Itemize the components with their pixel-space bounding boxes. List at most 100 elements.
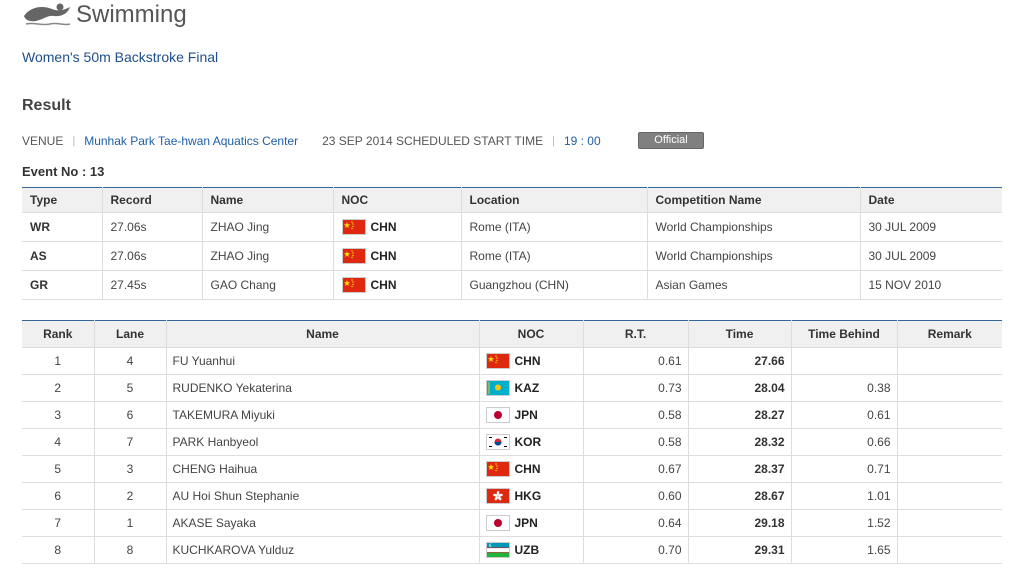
result-row: 2 5 RUDENKO Yekaterina KAZ 0.73 28.04 0.38 — [22, 374, 1002, 402]
result-time: 28.04 — [688, 374, 792, 402]
record-value: 27.45s — [102, 270, 203, 300]
result-remark — [897, 482, 1002, 510]
result-row: 3 6 TAKEMURA Miyuki JPN 0.58 28.27 0.61 — [22, 401, 1002, 429]
divider: | — [552, 135, 555, 147]
result-noc: CHN — [479, 455, 584, 483]
record-row: WR 27.06s ZHAO Jing CHN Rome (ITA) World Cham… — [22, 212, 1002, 242]
result-remark — [897, 374, 1002, 402]
noc-code: CHN — [370, 220, 397, 234]
record-competition: Asian Games — [647, 270, 861, 300]
result-remark — [897, 509, 1002, 537]
noc-cell: HKG — [485, 488, 577, 504]
reaction-time: 0.61 — [583, 347, 689, 375]
time-behind: 0.66 — [791, 428, 898, 456]
result-time: 28.32 — [688, 428, 792, 456]
noc-cell: KOR — [485, 434, 577, 450]
record-date: 30 JUL 2009 — [860, 241, 1002, 271]
result-remark — [897, 536, 1002, 564]
noc-code: CHN — [514, 462, 541, 476]
result-noc: CHN — [479, 347, 584, 375]
result-lane: 6 — [94, 401, 167, 429]
athlete-name-link[interactable]: AKASE Sayaka — [166, 509, 480, 537]
record-holder-name: ZHAO Jing — [202, 241, 334, 271]
records-column-header: NOC — [333, 187, 462, 213]
record-holder-name: GAO Chang — [202, 270, 334, 300]
noc-code: CHN — [514, 354, 541, 368]
athlete-name-link[interactable]: CHENG Haihua — [166, 455, 480, 483]
result-row: 4 7 PARK Hanbyeol KOR 0.58 28.32 0.66 — [22, 428, 1002, 456]
results-header-row: Rank Lane Name NOC R.T. Time Time Behind Remark — [22, 320, 1002, 348]
noc-cell: CHN — [341, 248, 453, 264]
record-noc: CHN — [333, 270, 462, 300]
result-lane: 4 — [94, 347, 167, 375]
athlete-name-link[interactable]: TAKEMURA Miyuki — [166, 401, 480, 429]
status-badge: Official — [638, 132, 704, 149]
athlete-name-link[interactable]: AU Hoi Shun Stephanie — [166, 482, 480, 510]
record-type: AS — [22, 241, 103, 271]
noc-cell: UZB — [485, 542, 577, 558]
result-rank: 3 — [22, 401, 95, 429]
records-column-header: Date — [860, 187, 1002, 213]
result-row: 6 2 AU Hoi Shun Stephanie HKG 0.60 28.67 1.01 — [22, 482, 1002, 510]
noc-code: CHN — [370, 278, 397, 292]
record-row: AS 27.06s ZHAO Jing CHN Rome (ITA) World Cham… — [22, 241, 1002, 271]
result-remark — [897, 347, 1002, 375]
chn-flag-icon — [485, 461, 510, 477]
event-title-link[interactable]: Women's 50m Backstroke Final — [22, 49, 218, 65]
results-column-header: Time Behind — [791, 320, 898, 348]
reaction-time: 0.64 — [583, 509, 689, 537]
jpn-flag-icon — [485, 515, 510, 531]
result-heading: Result — [22, 97, 71, 114]
uzb-flag-icon — [485, 542, 510, 558]
noc-code: HKG — [514, 489, 542, 503]
results-column-header: Remark — [897, 320, 1002, 348]
athlete-name-link[interactable]: FU Yuanhui — [166, 347, 480, 375]
results-column-header: NOC — [479, 320, 584, 348]
record-location: Guangzhou (CHN) — [461, 270, 648, 300]
athlete-name-link[interactable]: PARK Hanbyeol — [166, 428, 480, 456]
records-column-header: Type — [22, 187, 103, 213]
noc-cell: JPN — [485, 407, 577, 423]
records-column-header: Location — [461, 187, 648, 213]
result-rank: 5 — [22, 455, 95, 483]
divider: | — [72, 135, 76, 147]
time-behind: 1.65 — [791, 536, 898, 564]
reaction-time: 0.67 — [583, 455, 689, 483]
result-rank: 4 — [22, 428, 95, 456]
record-competition: World Championships — [647, 212, 861, 242]
result-time: 28.37 — [688, 455, 792, 483]
record-date: 15 NOV 2010 — [860, 270, 1002, 300]
venue-row: VENUE | Munhak Park Tae-hwan Aquatics Ce… — [22, 134, 601, 148]
result-remark — [897, 428, 1002, 456]
records-header-row: Type Record Name NOC Location Competition Nam… — [22, 187, 1002, 213]
reaction-time: 0.58 — [583, 428, 689, 456]
venue-name-link[interactable]: Munhak Park Tae-hwan Aquatics Center — [84, 134, 298, 148]
noc-code: KOR — [514, 435, 542, 449]
noc-cell: CHN — [341, 219, 453, 235]
noc-cell: KAZ — [485, 380, 577, 396]
record-row: GR 27.45s GAO Chang CHN Guangzhou (CHN) Asian… — [22, 270, 1002, 300]
athlete-name-link[interactable]: RUDENKO Yekaterina — [166, 374, 480, 402]
result-time: 27.66 — [688, 347, 792, 375]
result-lane: 8 — [94, 536, 167, 564]
noc-cell: CHN — [485, 461, 577, 477]
record-value: 27.06s — [102, 241, 203, 271]
result-time: 28.67 — [688, 482, 792, 510]
result-noc: KOR — [479, 428, 584, 456]
records-table: Type Record Name NOC Location Competition Nam… — [22, 187, 1002, 300]
result-noc: JPN — [479, 509, 584, 537]
chn-flag-icon — [485, 353, 510, 369]
results-table: Rank Lane Name NOC R.T. Time Time Behind Remark… — [22, 320, 1002, 564]
results-column-header: R.T. — [583, 320, 689, 348]
result-row: 1 4 FU Yuanhui CHN 0.61 27.66 — [22, 347, 1002, 375]
record-location: Rome (ITA) — [461, 241, 648, 271]
swimmer-icon — [22, 3, 72, 27]
result-noc: KAZ — [479, 374, 584, 402]
record-type: WR — [22, 212, 103, 242]
time-behind: 0.71 — [791, 455, 898, 483]
result-remark — [897, 455, 1002, 483]
athlete-name-link[interactable]: KUCHKAROVA Yulduz — [166, 536, 480, 564]
sport-title: Swimming — [76, 1, 187, 28]
records-column-header: Record — [102, 187, 203, 213]
result-rank: 1 — [22, 347, 95, 375]
